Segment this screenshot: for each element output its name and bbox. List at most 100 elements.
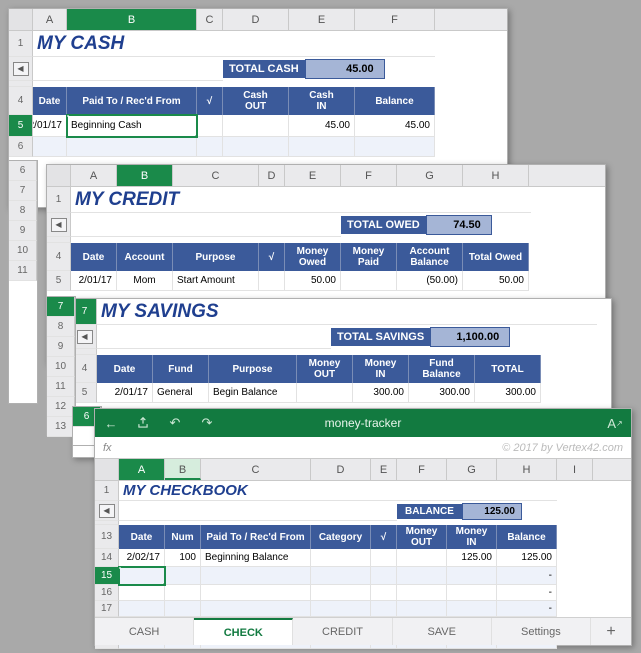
cell-paid[interactable]	[341, 271, 397, 291]
row-4[interactable]: 4	[47, 243, 71, 271]
col-a[interactable]: A	[119, 459, 165, 480]
tab-save[interactable]: SAVE	[393, 618, 492, 645]
cell-purpose[interactable]: Start Amount	[173, 271, 259, 291]
row-4[interactable]: 4	[9, 87, 33, 115]
column-headers[interactable]: A B C D E F	[9, 9, 507, 31]
cell-purpose[interactable]: Begin Balance	[209, 383, 297, 403]
column-headers[interactable]: A B C D E F G H	[47, 165, 605, 187]
row-1[interactable]: 1	[47, 187, 71, 213]
col-d[interactable]: D	[259, 165, 285, 186]
cell-sel[interactable]	[119, 567, 165, 585]
cell-total[interactable]: 50.00	[463, 271, 529, 291]
cell-out[interactable]	[397, 549, 447, 567]
back-icon[interactable]: ←	[95, 409, 127, 437]
cell-check[interactable]	[197, 115, 223, 137]
row-6l[interactable]: 6	[9, 161, 37, 181]
cell-in[interactable]: 125.00	[447, 549, 497, 567]
col-b[interactable]: B	[67, 9, 197, 30]
col-h[interactable]: H	[497, 459, 557, 480]
col-d[interactable]: D	[311, 459, 371, 480]
col-b[interactable]: B	[165, 459, 201, 480]
col-f[interactable]: F	[341, 165, 397, 186]
col-h[interactable]: H	[463, 165, 529, 186]
cell-acct[interactable]: Mom	[117, 271, 173, 291]
cell-check[interactable]	[371, 549, 397, 567]
row-13c[interactable]: 13	[95, 525, 119, 549]
cell-bal[interactable]: 45.00	[355, 115, 435, 137]
cell-in[interactable]: 300.00	[353, 383, 409, 403]
undo-icon[interactable]: ↶	[159, 409, 191, 437]
collapse-toggle[interactable]: ◀	[51, 218, 67, 232]
row-9l[interactable]: 9	[9, 221, 37, 241]
row-8[interactable]: ◀	[73, 325, 97, 349]
select-all-corner[interactable]	[95, 459, 119, 480]
font-format-icon[interactable]: A↗	[599, 409, 631, 437]
tab-credit[interactable]: CREDIT	[293, 618, 392, 645]
col-c[interactable]: C	[173, 165, 259, 186]
select-all-corner[interactable]	[9, 9, 33, 30]
redo-icon[interactable]: ↷	[191, 409, 223, 437]
cell-fund[interactable]: General	[153, 383, 209, 403]
cell-date[interactable]: 2/02/17	[119, 549, 165, 567]
col-a[interactable]: A	[33, 9, 67, 30]
select-all-corner[interactable]	[47, 165, 71, 186]
row-1c[interactable]: 1	[95, 481, 119, 501]
row-11c[interactable]: 11	[47, 377, 75, 397]
cell-num[interactable]: 100	[165, 549, 201, 567]
tab-settings[interactable]: Settings	[492, 618, 591, 645]
row-10l[interactable]: 10	[9, 241, 37, 261]
cell-bal-15[interactable]: -	[497, 567, 557, 585]
row-6[interactable]: 6	[9, 137, 33, 157]
row-2c[interactable]: ◀	[95, 501, 119, 521]
row-16c[interactable]: 16	[95, 585, 119, 601]
row-12c[interactable]: 12	[47, 397, 75, 417]
collapse-toggle[interactable]: ◀	[13, 62, 29, 76]
row-8c[interactable]: 8	[47, 317, 75, 337]
col-f[interactable]: F	[397, 459, 447, 480]
cell-total[interactable]: 300.00	[475, 383, 541, 403]
column-headers[interactable]: A B C D E F G H I	[95, 459, 631, 481]
row-7c[interactable]: 7	[47, 297, 75, 317]
col-b[interactable]: B	[117, 165, 173, 186]
cell-out[interactable]	[223, 115, 289, 137]
row-5[interactable]: 5	[47, 271, 71, 291]
row-14c[interactable]: 14	[95, 549, 119, 567]
cell-paidto[interactable]: Beginning Balance	[201, 549, 311, 567]
add-sheet-button[interactable]: +	[591, 623, 631, 641]
row-4s[interactable]: 4	[73, 355, 97, 383]
col-f[interactable]: F	[355, 9, 435, 30]
cell-bal[interactable]: (50.00)	[397, 271, 463, 291]
row-15c[interactable]: 15	[95, 567, 119, 585]
row-9c[interactable]: 9	[47, 337, 75, 357]
row-17c[interactable]: 17	[95, 601, 119, 617]
cell-bal-17[interactable]: -	[497, 601, 557, 617]
cell-bal[interactable]: 125.00	[497, 549, 557, 567]
row-2[interactable]: ◀	[47, 213, 71, 237]
col-i[interactable]: I	[557, 459, 593, 480]
col-a[interactable]: A	[71, 165, 117, 186]
cell-date[interactable]: 2/01/17	[33, 115, 67, 137]
row-10c[interactable]: 10	[47, 357, 75, 377]
row-7l[interactable]: 7	[9, 181, 37, 201]
col-e[interactable]: E	[285, 165, 341, 186]
cell-date[interactable]: 2/01/17	[71, 271, 117, 291]
collapse-toggle[interactable]: ◀	[99, 504, 115, 518]
cell-paidto[interactable]: Beginning Cash ▼	[67, 115, 197, 137]
col-c[interactable]: C	[201, 459, 311, 480]
row-5s[interactable]: 5	[73, 383, 97, 403]
row-5[interactable]: 5	[9, 115, 33, 137]
col-e[interactable]: E	[289, 9, 355, 30]
cell-check[interactable]	[259, 271, 285, 291]
cell-owed[interactable]: 50.00	[285, 271, 341, 291]
cell-in[interactable]: 45.00	[289, 115, 355, 137]
tab-cash[interactable]: CASH	[95, 618, 194, 645]
share-icon[interactable]	[127, 409, 159, 437]
cell-date[interactable]: 2/01/17	[97, 383, 153, 403]
row-13c[interactable]: 13	[47, 417, 75, 437]
col-g[interactable]: G	[397, 165, 463, 186]
cell-cat[interactable]	[311, 549, 371, 567]
cell-bal-16[interactable]: -	[497, 585, 557, 601]
row-2[interactable]: ◀	[9, 57, 33, 81]
col-e[interactable]: E	[371, 459, 397, 480]
cell-fbal[interactable]: 300.00	[409, 383, 475, 403]
